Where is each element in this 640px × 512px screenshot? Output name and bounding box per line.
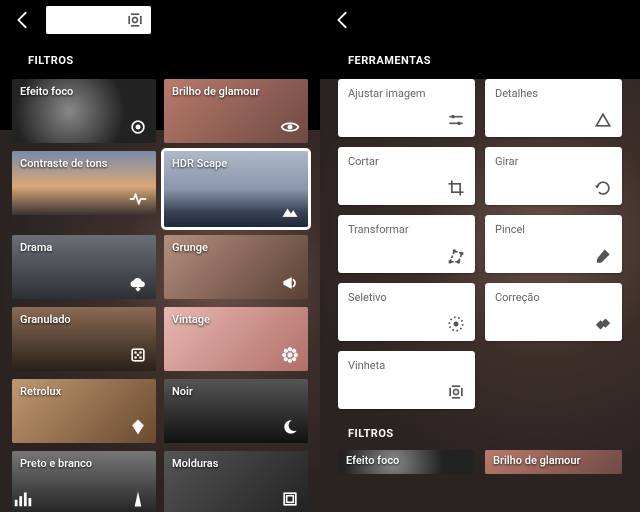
filter-label: Drama — [20, 241, 52, 254]
filters-panel: FILTROS Efeito foco Brilho de glamour Cont… — [0, 0, 320, 512]
filter-card[interactable]: Granulado — [12, 307, 156, 371]
filter-label: Contraste de tons — [20, 157, 107, 170]
filter-label: Brilho de glamour — [172, 85, 260, 98]
tool-card[interactable]: Detalhes — [485, 79, 622, 137]
filter-label: Retrolux — [20, 385, 61, 398]
vignette-icon — [445, 381, 467, 403]
pulse-icon — [128, 189, 148, 209]
section-title-ferramentas: FERRAMENTAS — [320, 40, 640, 79]
filter-card[interactable]: Grunge — [164, 235, 308, 299]
back-button[interactable] — [330, 7, 356, 33]
megaphone-icon — [280, 273, 300, 293]
filter-label: Granulado — [20, 313, 71, 326]
filter-card[interactable]: Efeito foco — [338, 450, 475, 474]
triangle-icon — [592, 109, 614, 131]
filter-card[interactable]: Contraste de tons — [12, 151, 156, 215]
tool-label: Pincel — [495, 223, 525, 236]
tool-label: Girar — [495, 155, 518, 168]
selective-icon — [445, 313, 467, 335]
filter-card[interactable]: Retrolux — [12, 379, 156, 443]
filter-card[interactable]: Noir — [164, 379, 308, 443]
rotate-icon — [592, 177, 614, 199]
filter-card[interactable]: HDR Scape — [164, 151, 308, 227]
tool-label: Cortar — [348, 155, 379, 168]
filter-label: Efeito foco — [346, 454, 399, 467]
tool-card[interactable]: Girar — [485, 147, 622, 205]
tool-card[interactable]: Ajustar imagem — [338, 79, 475, 137]
filter-label: Preto e branco — [20, 457, 92, 470]
tool-label: Transformar — [348, 223, 409, 236]
transform-icon — [445, 245, 467, 267]
brush-icon — [592, 245, 614, 267]
tool-label: Correção — [495, 291, 540, 304]
cloud-icon — [128, 273, 148, 293]
vignette-icon — [125, 10, 145, 30]
target-icon — [128, 117, 148, 137]
filter-card[interactable]: Vintage — [164, 307, 308, 371]
topbar — [0, 0, 320, 40]
tool-card[interactable]: Correção — [485, 283, 622, 341]
tool-label: Vinheta — [348, 359, 385, 372]
context-chip[interactable] — [46, 6, 151, 34]
dice-icon — [128, 345, 148, 365]
filter-label: Efeito foco — [20, 85, 73, 98]
filter-label: Noir — [172, 385, 193, 398]
filters-grid: Efeito foco Brilho de glamour Contraste de… — [0, 79, 320, 512]
tool-card[interactable]: Transformar — [338, 215, 475, 273]
tool-label: Detalhes — [495, 87, 538, 100]
filter-card[interactable]: Brilho de glamour — [485, 450, 622, 474]
mountain-icon — [280, 201, 300, 221]
kite-icon — [128, 417, 148, 437]
filters-preview-grid: Efeito foco Brilho de glamour — [320, 450, 640, 474]
tool-card[interactable]: Pincel — [485, 215, 622, 273]
filter-label: Molduras — [172, 457, 218, 470]
filter-card[interactable]: Brilho de glamour — [164, 79, 308, 143]
filter-label: Grunge — [172, 241, 208, 254]
crop-icon — [445, 177, 467, 199]
filter-card[interactable]: Drama — [12, 235, 156, 299]
section-title-filtros: FILTROS — [0, 40, 320, 79]
tools-panel: FERRAMENTAS Ajustar imagem Detalhes Cortar… — [320, 0, 640, 512]
section-title-filtros: FILTROS — [320, 409, 640, 450]
bottom-bar — [0, 484, 320, 512]
filter-label: Brilho de glamour — [493, 454, 581, 467]
histogram-icon[interactable] — [12, 487, 34, 509]
filter-label: Vintage — [172, 313, 210, 326]
tool-card[interactable]: Cortar — [338, 147, 475, 205]
tool-card[interactable]: Seletivo — [338, 283, 475, 341]
tool-label: Ajustar imagem — [348, 87, 426, 100]
tool-label: Seletivo — [348, 291, 387, 304]
tool-card[interactable]: Vinheta — [338, 351, 475, 409]
eye-icon — [280, 117, 300, 137]
healing-icon — [592, 313, 614, 335]
flower-icon — [280, 345, 300, 365]
sliders-icon — [445, 109, 467, 131]
moon-icon — [280, 417, 300, 437]
back-button[interactable] — [10, 7, 36, 33]
filter-card[interactable]: Efeito foco — [12, 79, 156, 143]
filter-label: HDR Scape — [172, 157, 227, 170]
tools-grid: Ajustar imagem Detalhes Cortar Girar Transfo… — [320, 79, 640, 409]
topbar — [320, 0, 640, 40]
